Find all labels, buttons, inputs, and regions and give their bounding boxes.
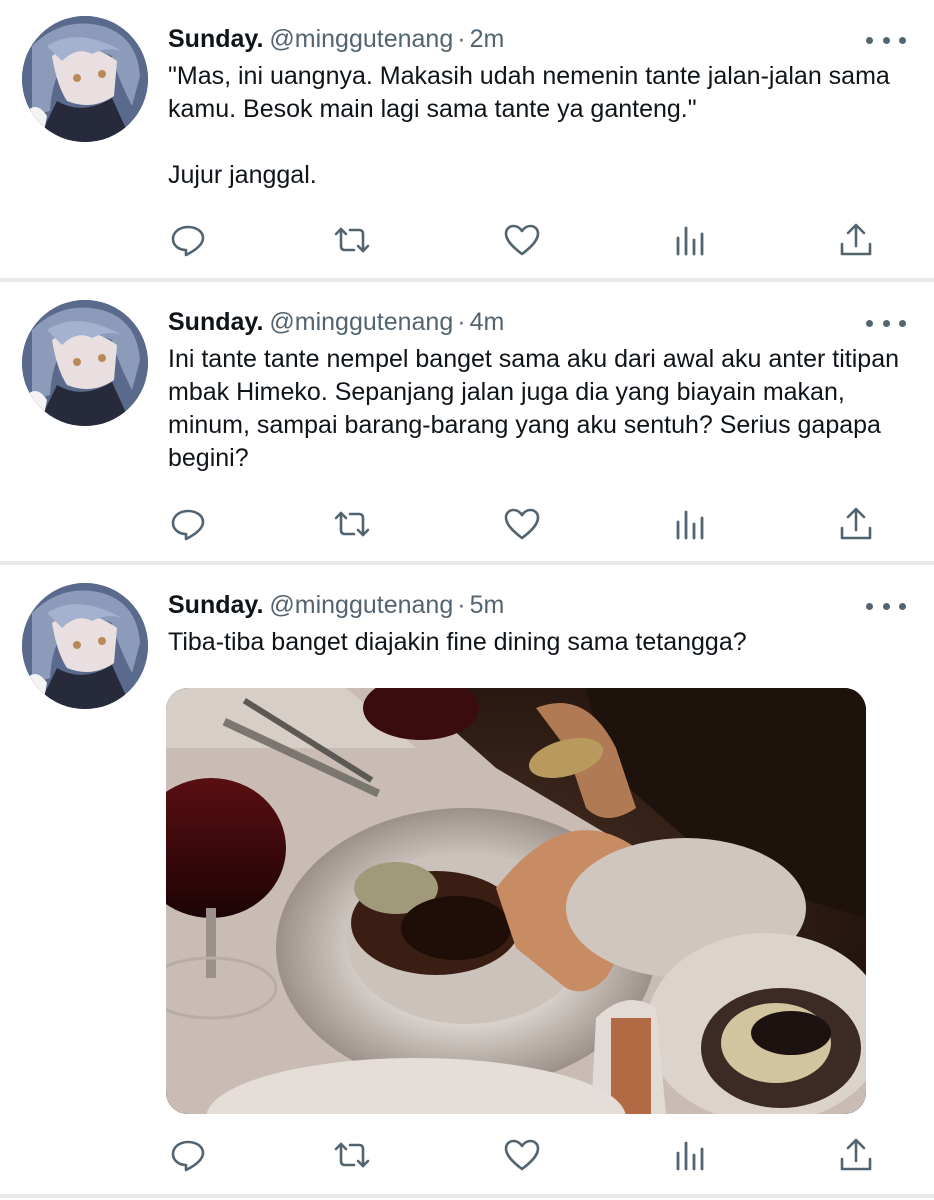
reply-icon[interactable]: [168, 1135, 208, 1175]
heart-icon[interactable]: [502, 1135, 542, 1175]
display-name[interactable]: Sunday.: [168, 591, 263, 619]
dinner-photo: [166, 688, 866, 1114]
reply-icon[interactable]: [168, 220, 208, 260]
avatar-image: [22, 16, 148, 142]
tweet-1[interactable]: Sunday. @minggutenang · 2m "Mas, ini uangny…: [0, 0, 934, 278]
tweet-text: Tiba-tiba banget diajakin fine dining sa…: [168, 628, 747, 656]
more-icon[interactable]: [866, 30, 906, 50]
retweet-icon[interactable]: [332, 504, 372, 544]
share-icon[interactable]: [836, 1135, 876, 1175]
analytics-icon[interactable]: [670, 504, 710, 544]
reply-icon[interactable]: [168, 504, 208, 544]
heart-icon[interactable]: [502, 220, 542, 260]
analytics-icon[interactable]: [670, 1135, 710, 1175]
retweet-icon[interactable]: [332, 220, 372, 260]
separator: ·: [457, 25, 466, 53]
tweet-text: Ini tante tante nempel banget sama aku d…: [168, 345, 906, 472]
user-handle[interactable]: @minggutenang: [269, 308, 453, 336]
heart-icon[interactable]: [502, 504, 542, 544]
tweet-actions: [168, 504, 888, 544]
timestamp[interactable]: 4m: [470, 308, 505, 336]
timestamp[interactable]: 5m: [470, 591, 505, 619]
tweet-header: Sunday. @minggutenang · 5m: [168, 588, 504, 622]
divider: [0, 1194, 934, 1198]
separator: ·: [457, 308, 466, 336]
avatar-image: [22, 300, 148, 426]
more-icon[interactable]: [866, 313, 906, 333]
tweet-photo[interactable]: [166, 688, 866, 1114]
display-name[interactable]: Sunday.: [168, 25, 263, 53]
avatar[interactable]: [22, 583, 148, 709]
avatar[interactable]: [22, 16, 148, 142]
tweet-header: Sunday. @minggutenang · 4m: [168, 305, 504, 339]
separator: ·: [457, 591, 466, 619]
display-name[interactable]: Sunday.: [168, 308, 263, 336]
retweet-icon[interactable]: [332, 1135, 372, 1175]
more-icon[interactable]: [866, 596, 906, 616]
avatar[interactable]: [22, 300, 148, 426]
share-icon[interactable]: [836, 504, 876, 544]
tweet-header: Sunday. @minggutenang · 2m: [168, 22, 504, 56]
user-handle[interactable]: @minggutenang: [269, 591, 453, 619]
timestamp[interactable]: 2m: [470, 25, 505, 53]
tweet-text: "Mas, ini uangnya. Makasih udah nemenin …: [168, 62, 890, 189]
tweet-actions: [168, 220, 888, 260]
tweet-3[interactable]: Sunday. @minggutenang · 5m Tiba-tiba banget…: [0, 565, 934, 1195]
avatar-image: [22, 583, 148, 709]
user-handle[interactable]: @minggutenang: [269, 25, 453, 53]
share-icon[interactable]: [836, 220, 876, 260]
analytics-icon[interactable]: [670, 220, 710, 260]
tweet-actions: [168, 1135, 888, 1175]
tweet-2[interactable]: Sunday. @minggutenang · 4m Ini tante tante …: [0, 282, 934, 562]
